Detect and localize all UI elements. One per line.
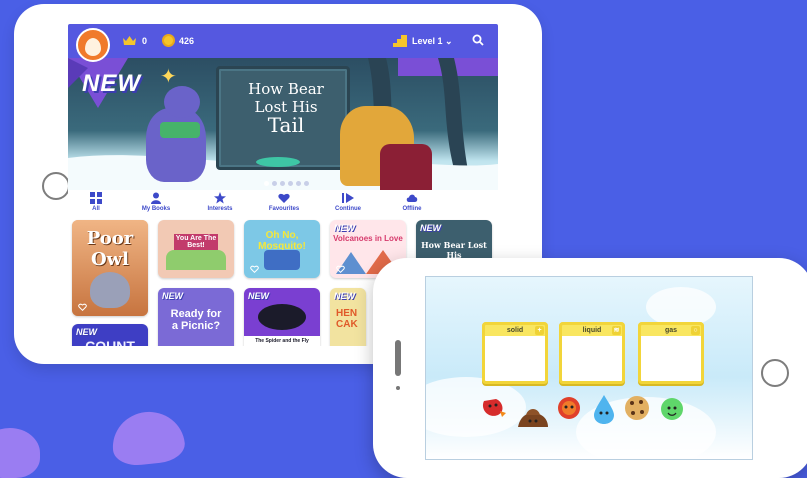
crown-count: 0 xyxy=(142,36,148,46)
tab-interests[interactable]: Interests xyxy=(188,190,252,216)
tab-my-books[interactable]: My Books xyxy=(124,190,188,216)
heart-icon[interactable] xyxy=(250,265,259,273)
tablet-home-button[interactable] xyxy=(42,172,70,200)
book-card[interactable]: NEW HEN CAK xyxy=(330,288,366,346)
heart-icon[interactable] xyxy=(336,265,345,273)
tab-offline[interactable]: Offline xyxy=(380,190,444,216)
book-card[interactable]: NEW Ready for a Picnic? xyxy=(158,288,234,346)
crown-icon xyxy=(122,35,137,46)
fish-illustration xyxy=(256,157,300,167)
hero-banner[interactable]: NEW ✦ How Bear Lost His Tail xyxy=(68,58,498,190)
sorting-game-screen: solid + liquid ≋ gas ○ xyxy=(425,276,753,460)
book-card[interactable]: NEW The Spider and the Fly xyxy=(244,288,320,346)
cloud-download-icon xyxy=(406,194,418,202)
bear-illustration xyxy=(146,108,206,182)
level-steps-icon xyxy=(393,34,407,47)
carousel-dots[interactable] xyxy=(264,181,309,186)
coin-icon xyxy=(162,34,175,47)
play-icon xyxy=(342,193,354,203)
tab-favourites[interactable]: Favourites xyxy=(252,190,316,216)
heart-icon[interactable] xyxy=(78,303,87,311)
star-icon xyxy=(214,192,226,204)
book-card[interactable]: Poor Owl xyxy=(72,220,148,316)
decor-blob xyxy=(109,408,187,468)
plus-icon: + xyxy=(535,326,544,335)
heart-icon xyxy=(278,193,290,203)
coin-count: 426 xyxy=(179,36,195,46)
sparkle-icon: ✦ xyxy=(160,66,177,88)
bubble-icon: ○ xyxy=(691,326,700,335)
wave-icon: ≋ xyxy=(612,326,621,335)
tab-continue[interactable]: Continue xyxy=(316,190,380,216)
green-gas-item[interactable] xyxy=(658,395,686,423)
bin-gas[interactable]: gas ○ xyxy=(638,322,704,384)
book-card[interactable]: NEW COUNT xyxy=(72,324,148,346)
avatar[interactable] xyxy=(76,28,110,62)
hero-title: How Bear Lost His Tail xyxy=(248,80,324,137)
tab-all[interactable]: All xyxy=(68,190,124,216)
person-icon xyxy=(151,192,161,204)
phone-speaker xyxy=(395,340,401,376)
red-berry-item[interactable] xyxy=(478,393,506,421)
book-card[interactable]: Oh No, Mosquito! xyxy=(244,220,320,278)
book-card[interactable]: You Are The Best! xyxy=(158,220,234,278)
phone-device: solid + liquid ≋ gas ○ xyxy=(373,258,807,478)
level-selector[interactable]: Level 1 ⌄ xyxy=(412,36,453,47)
category-nav: All My Books Interests Favourites Contin… xyxy=(68,190,498,216)
bin-liquid[interactable]: liquid ≋ xyxy=(559,322,625,384)
phone-home-button[interactable] xyxy=(761,359,789,387)
cookie-item[interactable] xyxy=(622,393,652,423)
new-badge: NEW xyxy=(82,70,141,97)
lava-item[interactable] xyxy=(554,393,584,423)
mud-item[interactable] xyxy=(516,403,550,431)
top-bar: 0 426 Level 1 ⌄ xyxy=(68,24,498,58)
grid-icon xyxy=(90,192,102,204)
search-icon[interactable] xyxy=(472,34,484,46)
decor-blob-left xyxy=(0,428,40,478)
bin-solid[interactable]: solid + xyxy=(482,322,548,384)
water-drop-item[interactable] xyxy=(592,393,616,425)
